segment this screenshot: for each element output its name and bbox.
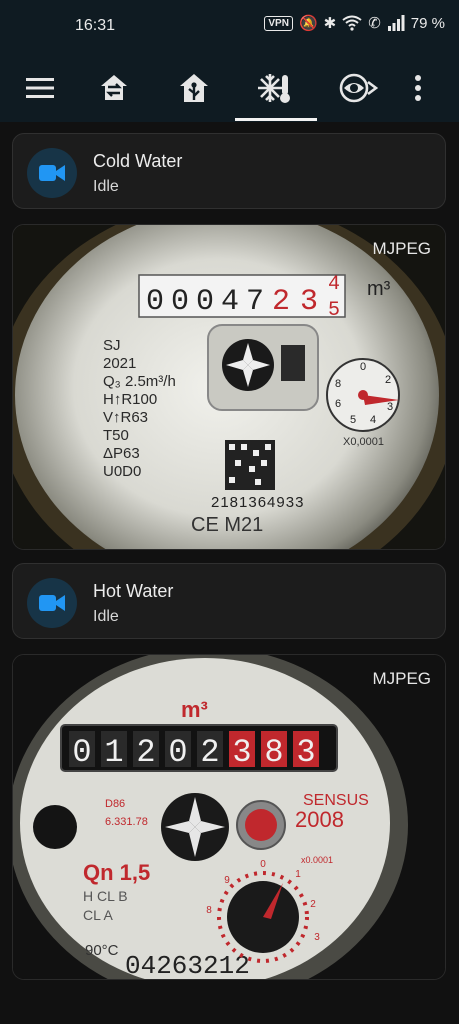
meter-class-line: CL A (83, 907, 113, 923)
top-toolbar (0, 54, 459, 122)
entity-name: Cold Water (93, 151, 183, 171)
camera-badge (27, 148, 77, 198)
cold-meter-unit: m³ (367, 278, 391, 300)
meter-digit: 1 (104, 734, 123, 771)
stream-format-label: MJPEG (372, 239, 431, 258)
more-vert-icon (415, 75, 421, 101)
camera-stream-cold-water[interactable]: 0 0 0 4 7 2 3 4 5 m³ SJ 2021 Q₃ 2.5m³/h … (12, 224, 446, 550)
tab-home-automation[interactable] (172, 66, 216, 110)
hot-water-meter-image: m³ 0 1 2 0 2 3 8 3 D86 6.331.78 Qn 1,5 S… (13, 655, 445, 980)
battery-level: 79 % (410, 14, 445, 32)
signal-icon (387, 15, 405, 31)
menu-icon (26, 78, 54, 98)
active-tab-indicator (235, 118, 317, 121)
camera-stream-hot-water[interactable]: m³ 0 1 2 0 2 3 8 3 D86 6.331.78 Qn 1,5 S… (12, 654, 446, 980)
meter-digit: 0 (146, 285, 164, 319)
dial-number: 8 (206, 905, 212, 916)
meter-class-line: H CL B (83, 888, 128, 904)
meter-spec-line: H↑R100 (103, 391, 157, 408)
meter-digit: 0 (171, 285, 189, 319)
meter-spec-line: 2021 (103, 355, 136, 372)
camera-entity-card-cold-water[interactable]: Cold Water Idle (12, 133, 446, 209)
meter-digit: 4 (328, 273, 340, 296)
home-automation-icon (180, 74, 208, 102)
meter-spec-line: SJ (103, 337, 121, 354)
camera-badge (27, 578, 77, 628)
meter-digit: 4 (221, 285, 239, 319)
thermostat-snowflake-icon (258, 74, 290, 103)
meter-digit: 0 (168, 734, 187, 771)
meter-spec-line: ΔP63 (103, 445, 140, 462)
video-camera-icon (39, 165, 65, 181)
entity-name: Hot Water (93, 581, 174, 601)
cold-meter-mark: CE M21 (191, 514, 263, 536)
hot-meter-year: 2008 (295, 807, 344, 832)
dial-number: 0 (360, 361, 366, 373)
tab-camera[interactable] (336, 66, 380, 110)
more-options-button[interactable] (398, 66, 438, 110)
status-time: 16:31 (75, 17, 116, 34)
home-swap-icon (101, 75, 127, 100)
meter-code: D86 (105, 798, 125, 810)
hot-meter-temp: 90°C (85, 942, 119, 959)
meter-digit-alt: 5 (328, 299, 340, 322)
dial-number: 9 (224, 875, 230, 886)
mute-icon: 🔕 (298, 15, 318, 32)
meter-digit: 2 (136, 734, 155, 771)
wifi-call-icon: ✆ (368, 15, 381, 32)
menu-button[interactable] (18, 66, 62, 110)
camera-eye-icon (339, 73, 378, 103)
meter-digit: 7 (246, 285, 264, 319)
dial-number: 3 (387, 401, 393, 413)
dial-number: 8 (335, 378, 341, 390)
meter-spec-line: U0D0 (103, 463, 141, 480)
tab-home-swap[interactable] (92, 66, 136, 110)
dial-number: 0 (260, 859, 266, 870)
dial-number: 2 (385, 374, 391, 386)
dial-number: 1 (295, 869, 301, 880)
meter-digit: 3 (300, 285, 318, 319)
stream-format-label: MJPEG (372, 669, 431, 688)
entity-state: Idle (93, 178, 119, 195)
hot-meter-serial: 04263212 (125, 951, 250, 980)
dial-number: 5 (350, 414, 356, 426)
meter-spec-line: Q₃ 2.5m³/h (103, 373, 176, 390)
bluetooth-icon: ✱ (323, 15, 337, 32)
meter-spec-line: V↑R63 (103, 409, 148, 426)
dial-number: 3 (314, 932, 320, 943)
hot-dial-label: x0.0001 (301, 855, 333, 865)
meter-digit: 0 (72, 734, 91, 771)
meter-code: 6.331.78 (105, 816, 148, 828)
meter-digit: 0 (196, 285, 214, 319)
meter-digit: 3 (232, 734, 251, 771)
meter-digit: 8 (264, 734, 283, 771)
status-icons: VPN 🔕 ✱ ✆ 79 % (264, 14, 445, 32)
video-camera-icon (39, 595, 65, 611)
cold-water-meter-image: 0 0 0 4 7 2 3 4 5 m³ SJ 2021 Q₃ 2.5m³/h … (13, 225, 445, 549)
camera-entity-card-hot-water[interactable]: Hot Water Idle (12, 563, 446, 639)
hot-meter-rating: Qn 1,5 (83, 860, 150, 885)
hot-meter-unit: m³ (181, 697, 208, 722)
meter-digit: 2 (200, 734, 219, 771)
tab-climate[interactable] (252, 66, 296, 110)
meter-digit: 3 (296, 734, 315, 771)
entity-state: Idle (93, 608, 119, 625)
dial-number: 6 (335, 398, 341, 410)
cold-meter-serial: 2181364933 (211, 494, 304, 511)
meter-digit: 2 (272, 285, 290, 319)
cold-dial-label: X0,0001 (343, 436, 384, 448)
status-bar: 16:31 VPN 🔕 ✱ ✆ 79 % (0, 0, 459, 54)
dial-number: 2 (310, 899, 316, 910)
vpn-icon: VPN (264, 15, 293, 31)
meter-spec-line: T50 (103, 427, 129, 444)
dial-number: 4 (370, 414, 376, 426)
wifi-icon (342, 15, 362, 31)
